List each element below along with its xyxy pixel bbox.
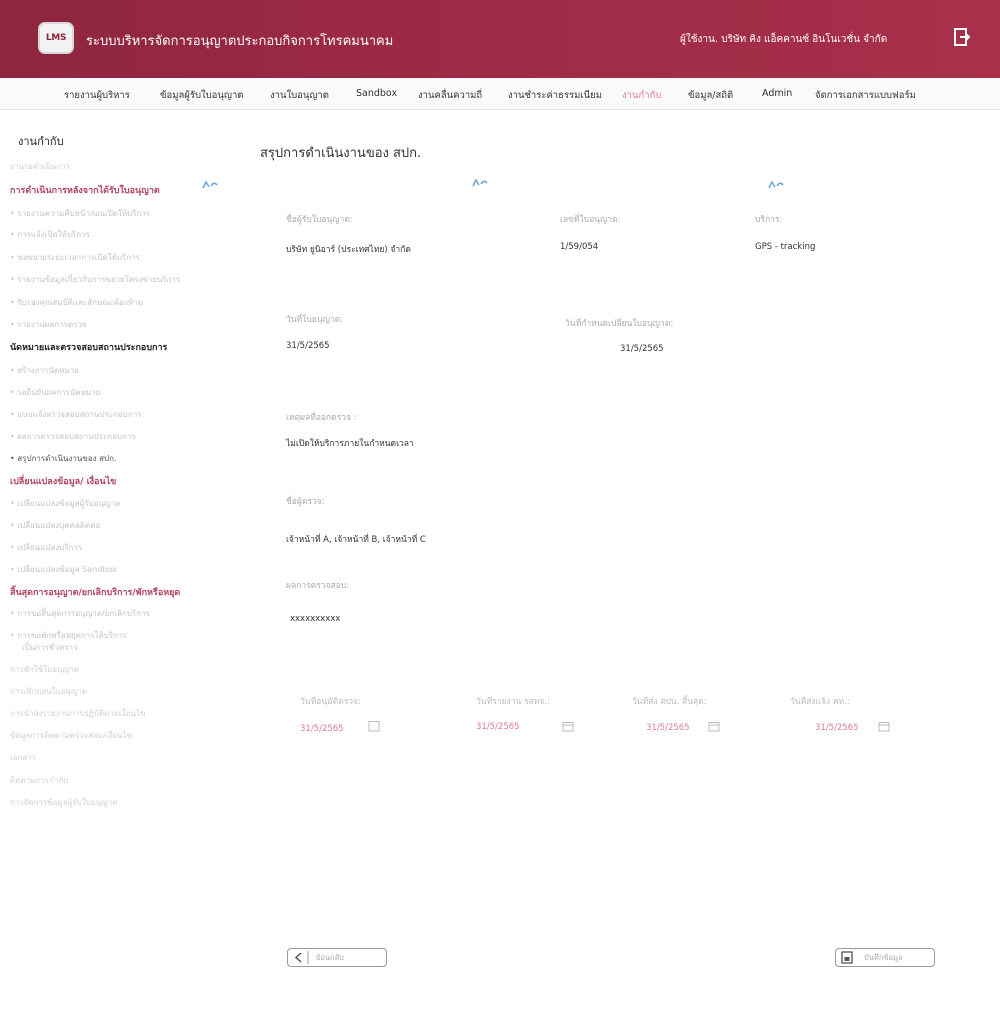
sidebar-section-change-info[interactable]: เปลี่ยนแปลงข้อมูล/ เงื่อนไข xyxy=(10,474,116,488)
nav-admin[interactable]: Admin xyxy=(762,88,792,99)
sparkle-icon xyxy=(202,180,218,189)
expire-date-value: 31/5/2565 xyxy=(620,344,664,354)
report-date-label: วันที่รายงาน รสทจ.: xyxy=(476,697,550,707)
sidebar-section-appointment[interactable]: นัดหมายและตรวจสอบสถานประกอบการ xyxy=(10,340,167,354)
calendar-icon[interactable] xyxy=(562,720,574,732)
sidebar-item-extend-opening[interactable]: • ขอขยายระยะเวลาการเปิดให้บริการ xyxy=(10,251,140,264)
main-nav: รายงานผู้บริหาร ข้อมูลผู้รับใบอนุญาต งาน… xyxy=(0,78,1000,110)
sidebar-item-inspection-notice[interactable]: • แบบแจ้งตรวจสอบสถานประกอบการ xyxy=(10,408,141,421)
save-icon xyxy=(841,951,853,964)
sidebar-item-change-contact[interactable]: • เปลี่ยนแปลงบุคคลติดต่อ xyxy=(10,519,100,532)
service-value: GPS - tracking xyxy=(755,242,816,252)
submit-date-value[interactable]: 31/5/2565 xyxy=(646,723,690,733)
back-button-label: ย้อนกลับ xyxy=(316,952,344,962)
inspector-value: เจ้าหน้าที่ A, เจ้าหน้าที่ B, เจ้าหน้าที… xyxy=(286,535,426,545)
sidebar-item-documents[interactable]: เอกสาร xyxy=(10,751,36,764)
nav-licensee-info[interactable]: ข้อมูลผู้รับใบอนุญาต xyxy=(160,88,243,103)
sidebar-item-confirm-appointment[interactable]: • รอยืนยันผลการนัดหมาย xyxy=(10,386,100,399)
sidebar-item-terminate-license[interactable]: • การขอสิ้นสุดการอนุญาต/ยกเลิกบริการ xyxy=(10,607,150,620)
nav-frequency[interactable]: งานคลื่นความถี่ xyxy=(418,88,482,103)
app-title: ระบบบริหารจัดการอนุญาตประกอบกิจการโทรคมน… xyxy=(86,34,394,49)
nav-executive-report[interactable]: รายงานผู้บริหาร xyxy=(64,88,130,103)
notify-date-value[interactable]: 31/5/2565 xyxy=(815,723,859,733)
sidebar-item-tracking[interactable]: ติดตามการกำกับ xyxy=(10,774,68,787)
inspector-label: ชื่อผู้ตรวจ: xyxy=(286,497,325,507)
notify-date-label: วันที่ส่งแจ้ง คท.: xyxy=(790,697,850,707)
chevron-left-icon xyxy=(294,951,309,964)
nav-document-forms[interactable]: จัดการเอกสารแบบฟอร์ม xyxy=(815,88,916,103)
sidebar-item-inspection-result[interactable]: • ผลการตรวจสอบสถานประกอบการ xyxy=(10,430,136,443)
nav-license-work[interactable]: งานใบอนุญาต xyxy=(270,88,329,103)
sidebar-item-progress-report[interactable]: • รายงานความคืบหน้าก่อนเปิดให้บริการ xyxy=(10,207,150,220)
sidebar-item-change-sandbox[interactable]: • เปลี่ยนแปลงข้อมูล Sandbox xyxy=(10,563,117,576)
calendar-icon[interactable] xyxy=(368,720,380,732)
sidebar-item-suspend-temporary[interactable]: เป็นการชั่วคราว xyxy=(22,641,77,654)
submit-date-label: วันที่ส่ง สปน. สิ้นสุด: xyxy=(632,697,707,707)
license-no-label: เลขที่ใบอนุญาต: xyxy=(560,215,621,225)
calendar-icon[interactable] xyxy=(878,720,890,732)
back-button[interactable]: ย้อนกลับ xyxy=(287,948,387,967)
nav-data-stats[interactable]: ข้อมูล/สถิติ xyxy=(688,88,733,103)
result-value: xxxxxxxxxx xyxy=(290,614,341,624)
approve-date-value[interactable]: 31/5/2565 xyxy=(300,724,344,734)
nav-fee-payment[interactable]: งานชำระค่าธรรมเนียม xyxy=(508,88,602,103)
sidebar-item-qualification[interactable]: • รับรองคุณสมบัติและลักษณะต้องห้าม xyxy=(10,296,143,309)
sidebar-item-network-expansion[interactable]: • รายงานข้อมูลเกี่ยวกับการขยายโครงข่ายบร… xyxy=(10,273,180,286)
lms-logo[interactable]: LMS xyxy=(38,22,74,54)
sidebar-section-post-license[interactable]: การดำเนินการหลังจากได้รับใบอนุญาต xyxy=(10,183,160,197)
sidebar-item-license-suspension[interactable]: การพักใช้ใบอนุญาต xyxy=(10,663,79,676)
save-button[interactable]: บันทึกข้อมูล xyxy=(835,948,935,967)
reason-value: ไม่เปิดให้บริการภายในกำหนดเวลา xyxy=(286,439,414,449)
sidebar-item-compliance-report[interactable]: การนำส่งรายงานการปฏิบัติตามเงื่อนไข xyxy=(10,707,145,720)
licensee-value: บริษัท ยูนิอาร์ (ประเทศไทย) จำกัด xyxy=(286,245,411,255)
approve-date-label: วันที่อนุมัติตรวจ: xyxy=(300,697,361,707)
sparkle-icon xyxy=(768,180,784,189)
save-button-label: บันทึกข้อมูล xyxy=(864,952,903,962)
licensee-label: ชื่อผู้รับใบอนุญาต: xyxy=(286,215,353,225)
user-name: ผู้ใช้งาน. บริษัท คิง แอ็คคานซ์ อินโนเวช… xyxy=(680,34,888,45)
sidebar-item-operation-summary[interactable]: • สรุปการดำเนินงานของ สปก. xyxy=(10,452,116,465)
sidebar-item-license-revocation[interactable]: การเพิกถอนใบอนุญาต xyxy=(10,685,87,698)
sidebar-section-terminate[interactable]: สิ้นสุดการอนุญาต/ยกเลิกบริการ/พักหรือหยุ… xyxy=(10,585,180,599)
service-label: บริการ: xyxy=(755,215,783,225)
nav-sandbox[interactable]: Sandbox xyxy=(356,88,397,99)
license-date-value: 31/5/2565 xyxy=(286,341,330,351)
sidebar-item-change-service[interactable]: • เปลี่ยนแปลงบริการ xyxy=(10,541,82,554)
result-label: ผลการตรวจสอบ: xyxy=(286,581,350,591)
reason-label: เหตุผลที่ออกตรวจ : xyxy=(286,413,357,423)
license-date-label: วันที่ใบอนุญาต: xyxy=(286,315,344,325)
logout-icon[interactable] xyxy=(954,28,970,46)
sidebar-item-licensee-management[interactable]: การจัดการข้อมูลผู้รับใบอนุญาต xyxy=(10,796,117,809)
logo-text: LMS xyxy=(45,33,67,43)
license-no-value: 1/59/054 xyxy=(560,242,599,252)
app-header: LMS ระบบบริหารจัดการอนุญาตประกอบกิจการโท… xyxy=(0,0,1000,78)
sidebar-item-create-appointment[interactable]: • สร้างการนัดหมาย xyxy=(10,364,79,377)
nav-regulation[interactable]: งานกำกับ xyxy=(622,88,661,103)
expire-date-label: วันที่กำหนดเปลี่ยนใบอนุญาต: xyxy=(565,319,674,329)
calendar-icon[interactable] xyxy=(708,720,720,732)
page-title: สรุปการดำเนินงานของ สปก. xyxy=(260,146,422,161)
sparkle-icon xyxy=(472,178,488,187)
sidebar-title: งานกำกับ xyxy=(18,135,64,148)
sidebar-item-pending[interactable]: งานรอดำเนินการ xyxy=(10,160,70,173)
sidebar-item-monitoring-data[interactable]: ข้อมูลการติดตามตรวจสอบ/เงื่อนไข xyxy=(10,729,132,742)
report-date-value[interactable]: 31/5/2565 xyxy=(476,722,520,732)
sidebar-item-open-service[interactable]: • การแจ้งเปิดให้บริการ xyxy=(10,228,90,241)
sidebar-item-change-licensee[interactable]: • เปลี่ยนแปลงข้อมูลผู้รับอนุญาต xyxy=(10,497,120,510)
sidebar-item-inspection-report[interactable]: • รายงานผลการตรวจ xyxy=(10,318,87,331)
